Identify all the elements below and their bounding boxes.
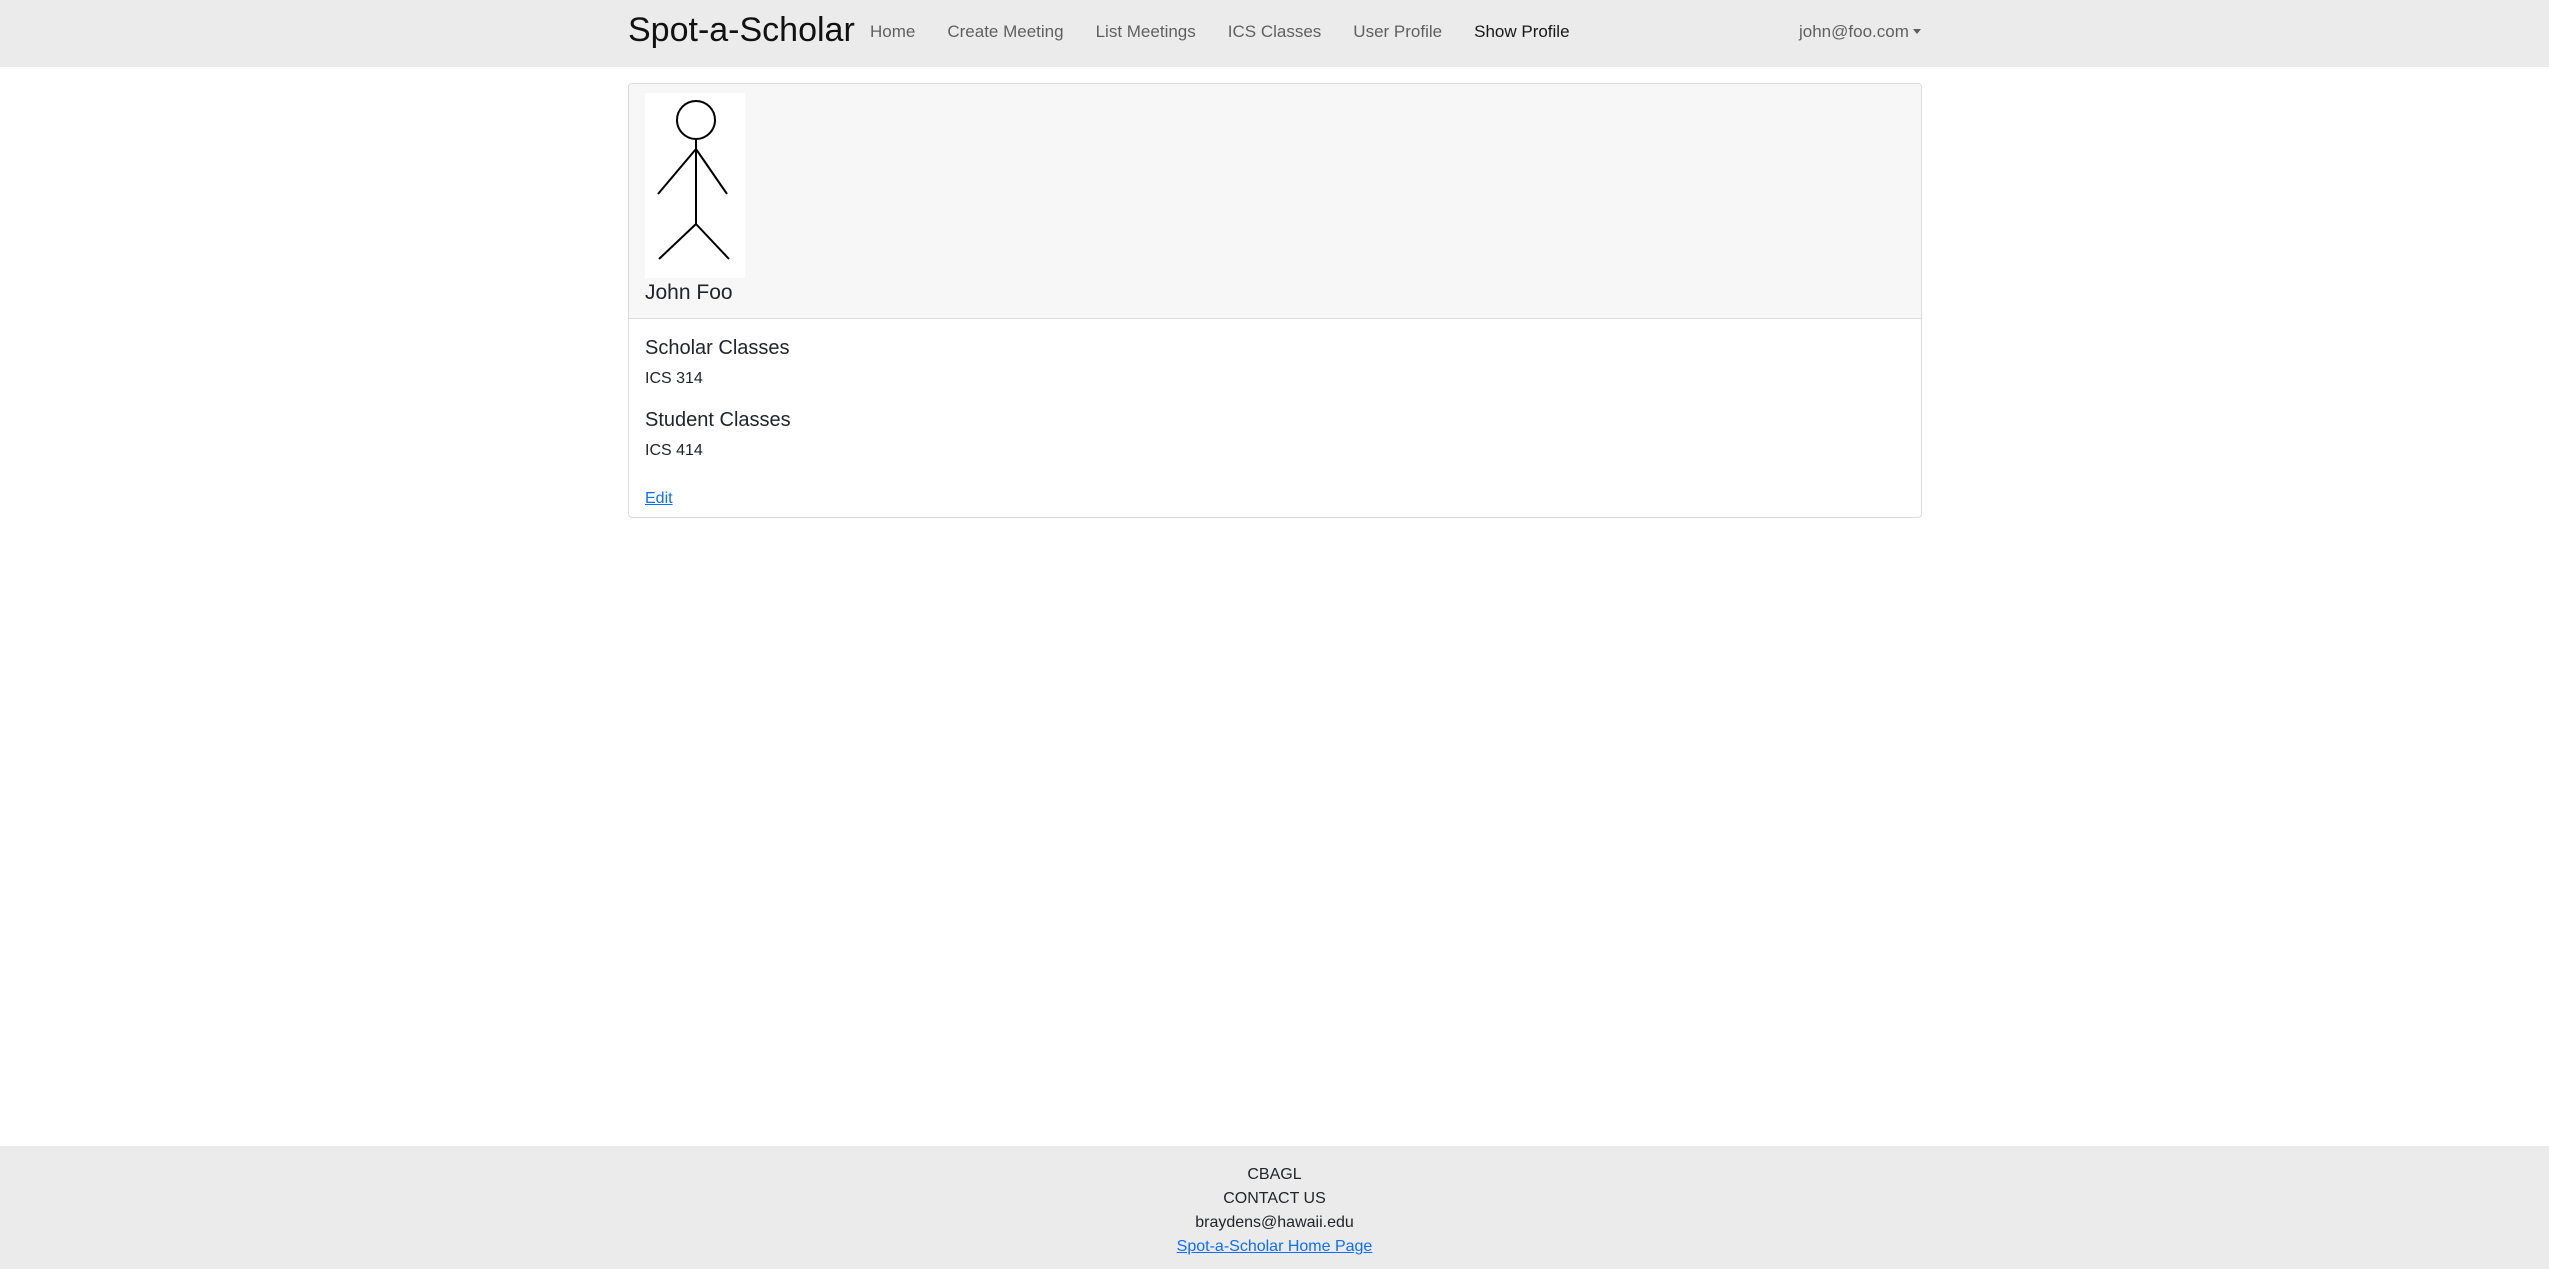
edit-profile-link[interactable]: Edit — [645, 488, 673, 510]
footer-home-link[interactable]: Spot-a-Scholar Home Page — [1177, 1238, 1373, 1255]
footer-home-link-row: Spot-a-Scholar Home Page — [0, 1236, 2549, 1258]
scholar-classes-heading: Scholar Classes — [645, 337, 790, 359]
stick-figure-icon — [657, 100, 730, 260]
brand-link[interactable]: Spot-a-Scholar — [628, 10, 855, 50]
student-classes-heading: Student Classes — [645, 409, 791, 431]
user-dropdown[interactable]: john@foo.com — [1799, 19, 1921, 45]
nav-link-user-profile[interactable]: User Profile — [1353, 19, 1442, 45]
profile-name: John Foo — [645, 281, 733, 304]
student-class-item: ICS 414 — [645, 442, 703, 459]
scholar-class-item: ICS 314 — [645, 370, 703, 387]
profile-card: John Foo Scholar Classes ICS 314 Student… — [628, 83, 1922, 518]
footer: CBAGL CONTACT US braydens@hawaii.edu Spo… — [0, 1146, 2549, 1269]
nav-link-home[interactable]: Home — [870, 19, 915, 45]
nav-link-show-profile[interactable]: Show Profile — [1474, 19, 1569, 45]
user-email: john@foo.com — [1799, 22, 1909, 41]
footer-contact: CONTACT US — [1223, 1190, 1326, 1207]
avatar — [645, 93, 745, 278]
top-navbar: Spot-a-Scholar Home Create Meeting List … — [0, 0, 2549, 67]
footer-org: CBAGL — [1247, 1166, 1302, 1183]
nav-link-list-meetings[interactable]: List Meetings — [1096, 19, 1196, 45]
nav-link-ics-classes[interactable]: ICS Classes — [1228, 19, 1322, 45]
footer-email: braydens@hawaii.edu — [1195, 1214, 1354, 1231]
caret-down-icon — [1912, 29, 1921, 34]
profile-card-header: John Foo — [629, 84, 1921, 319]
nav-links: Home Create Meeting List Meetings ICS Cl… — [870, 19, 1602, 45]
nav-link-create-meeting[interactable]: Create Meeting — [947, 19, 1063, 45]
